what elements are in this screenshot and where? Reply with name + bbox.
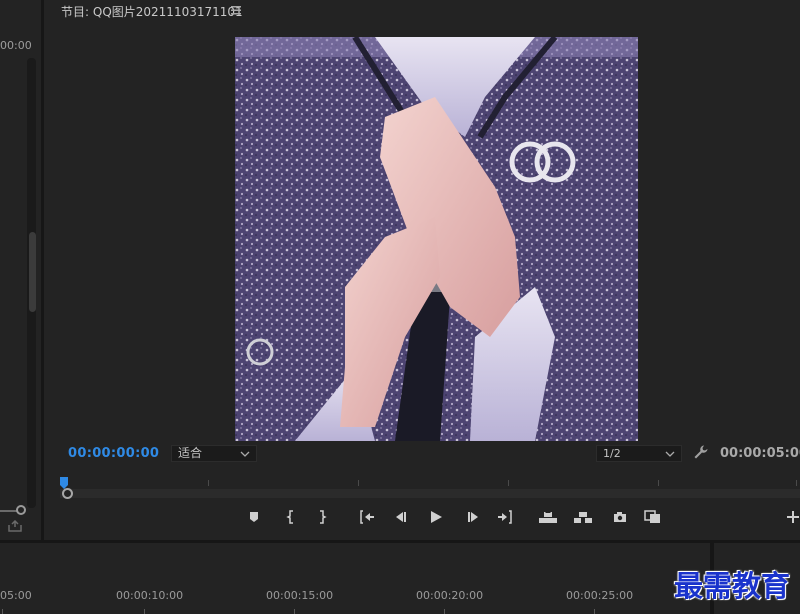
playback-resolution-select[interactable]: 1/2 — [596, 445, 682, 462]
ruler-tick — [358, 480, 359, 486]
monitor-title-label: 节目: — [61, 5, 90, 19]
comparison-icon — [644, 510, 662, 524]
play-button[interactable] — [427, 508, 445, 526]
lift-button[interactable] — [539, 508, 557, 526]
monitor-time-ruler[interactable] — [60, 475, 800, 487]
program-monitor: 节目: QQ图片20211103171101 00:00:00:00 适合 1/… — [48, 0, 800, 540]
play-icon — [429, 510, 443, 524]
mark-out-icon — [316, 510, 328, 524]
marker-icon — [248, 511, 260, 523]
left-panel-timecode: 00:00 — [0, 39, 32, 52]
ruler-tick — [796, 480, 797, 486]
add-marker-button[interactable] — [245, 508, 263, 526]
watermark-logo: 最需教育 — [674, 569, 791, 603]
comparison-view-button[interactable] — [644, 508, 662, 526]
camera-icon — [613, 511, 627, 523]
go-to-out-icon — [497, 510, 513, 524]
mark-in-icon — [285, 510, 297, 524]
timeline-time-label: 00:00:20:00 — [416, 589, 484, 602]
lift-icon — [538, 510, 558, 524]
fit-zoom-select[interactable]: 适合 — [171, 445, 257, 462]
premiere-workspace: 00:00 节目: QQ图片20211103171101 00:00:00:00… — [0, 0, 800, 614]
ruler-tick — [208, 480, 209, 486]
step-forward-button[interactable] — [464, 508, 482, 526]
plus-icon — [787, 511, 799, 523]
timeline-time-label: 05:00 — [0, 589, 32, 602]
chevron-down-icon — [240, 446, 250, 467]
fit-zoom-value: 适合 — [178, 446, 203, 460]
mark-in-button[interactable] — [282, 508, 300, 526]
video-frame-image — [235, 37, 638, 441]
ruler-tick — [658, 480, 659, 486]
sequence-name: QQ图片20211103171101 — [92, 5, 243, 19]
extract-button[interactable] — [574, 508, 592, 526]
go-to-in-icon — [359, 510, 375, 524]
monitor-title: 节目: QQ图片20211103171101 — [61, 3, 243, 20]
timeline-time-label: 00:00:15:00 — [266, 589, 334, 602]
go-to-in-button[interactable] — [358, 508, 376, 526]
timeline-tick — [444, 609, 445, 614]
export-icon[interactable] — [8, 519, 22, 532]
step-forward-icon — [466, 511, 480, 523]
wrench-icon[interactable] — [693, 444, 709, 460]
transport-controls — [48, 508, 800, 528]
duration-timecode: 00:00:05:00 — [720, 446, 800, 461]
left-panel-zoom-knob[interactable] — [16, 505, 26, 515]
ruler-tick — [508, 480, 509, 486]
hamburger-menu-icon[interactable] — [231, 4, 241, 18]
mark-out-button[interactable] — [313, 508, 331, 526]
timeline-time-label: 00:00:10:00 — [116, 589, 184, 602]
zoom-scroll-bar[interactable] — [60, 489, 800, 498]
current-timecode[interactable]: 00:00:00:00 — [68, 446, 159, 461]
video-preview[interactable] — [235, 37, 638, 441]
extract-icon — [573, 510, 593, 524]
step-back-button[interactable] — [392, 508, 410, 526]
step-back-icon — [394, 511, 408, 523]
button-editor-button[interactable] — [784, 508, 800, 526]
export-frame-button[interactable] — [611, 508, 629, 526]
timeline-tick — [2, 609, 3, 614]
zoom-scroll-knob[interactable] — [62, 488, 73, 499]
timeline-time-label: 00:00:25:00 — [566, 589, 634, 602]
playback-resolution-value: 1/2 — [603, 447, 621, 460]
monitor-header: 节目: QQ图片20211103171101 — [48, 0, 800, 22]
go-to-out-button[interactable] — [496, 508, 514, 526]
timeline-tick — [594, 609, 595, 614]
timeline-tick — [294, 609, 295, 614]
chevron-down-icon — [665, 446, 675, 467]
timeline-tick — [144, 609, 145, 614]
playhead-marker[interactable] — [60, 474, 68, 489]
left-panel-scroll-thumb[interactable] — [29, 232, 36, 312]
left-panel: 00:00 — [0, 0, 44, 540]
